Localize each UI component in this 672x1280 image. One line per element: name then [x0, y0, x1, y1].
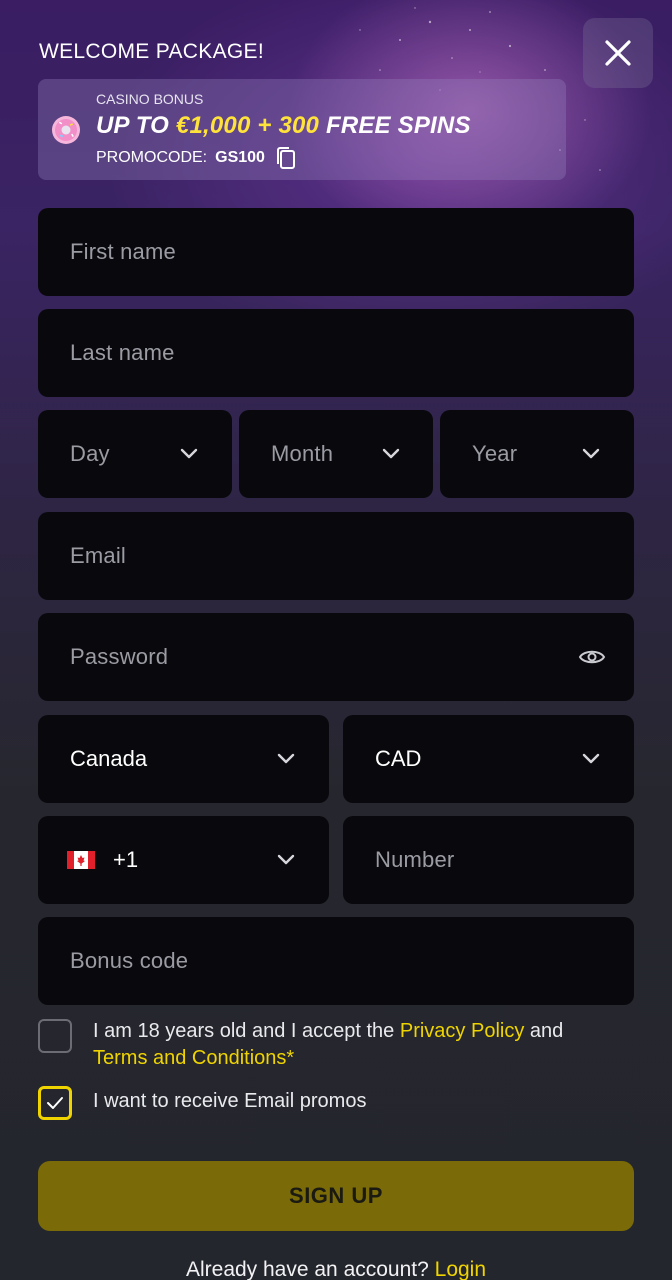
bonus-code-field[interactable]: Bonus code: [38, 917, 634, 1005]
bonus-headline-amount: €1,000 + 300: [175, 112, 320, 139]
login-prompt-text: Already have an account?: [185, 1258, 435, 1280]
signup-button[interactable]: SIGN UP: [38, 1161, 634, 1231]
promo-code: GS100: [215, 149, 265, 166]
email-placeholder: Email: [70, 543, 127, 568]
copy-icon[interactable]: [275, 146, 297, 170]
email-promos-label: I want to receive Email promos: [93, 1090, 367, 1112]
bonus-card: CASINO BONUS UP TO €1,000 + 300 FREE SPI…: [38, 79, 566, 180]
chevron-down-icon: [582, 448, 600, 459]
promo-label: PROMOCODE:: [96, 149, 208, 166]
currency-value: CAD: [375, 746, 422, 771]
email-field[interactable]: Email: [38, 512, 634, 600]
first-name-field[interactable]: First name: [38, 208, 634, 296]
chevron-down-icon: [277, 854, 295, 865]
day-placeholder: Day: [70, 441, 110, 466]
month-placeholder: Month: [271, 441, 334, 466]
country-value: Canada: [70, 746, 148, 771]
phone-code-select[interactable]: +1: [38, 816, 329, 904]
phone-number-field[interactable]: Number: [343, 816, 634, 904]
terms-link[interactable]: Terms and Conditions*: [93, 1047, 294, 1069]
currency-select[interactable]: CAD: [343, 715, 634, 803]
last-name-placeholder: Last name: [70, 340, 175, 365]
and-text: and: [524, 1020, 564, 1042]
bonus-headline: UP TO €1,000 + 300 FREE SPINS: [96, 112, 471, 140]
bonus-headline-suffix: FREE SPINS: [319, 112, 471, 139]
bonus-label: CASINO BONUS: [96, 91, 204, 107]
age-terms-text: I am 18 years old and I accept the Priva…: [93, 1018, 633, 1072]
checkmark-icon: [47, 1097, 63, 1109]
month-select[interactable]: Month: [239, 410, 433, 498]
password-field[interactable]: Password: [38, 613, 634, 701]
phone-code-value: +1: [113, 847, 139, 872]
bonus-code-placeholder: Bonus code: [70, 948, 189, 973]
age-terms-checkbox[interactable]: [38, 1019, 72, 1053]
chevron-down-icon: [582, 753, 600, 764]
canada-flag-icon: [67, 851, 95, 869]
chevron-down-icon: [382, 448, 400, 459]
day-select[interactable]: Day: [38, 410, 232, 498]
login-link[interactable]: Login: [435, 1258, 486, 1280]
login-prompt: Already have an account? Login: [0, 1258, 672, 1280]
number-placeholder: Number: [375, 847, 455, 872]
year-placeholder: Year: [472, 441, 518, 466]
donut-icon: [52, 116, 80, 144]
promo-row: PROMOCODE: GS100: [96, 146, 297, 170]
bonus-headline-prefix: UP TO: [96, 112, 176, 139]
first-name-placeholder: First name: [70, 239, 176, 264]
password-placeholder: Password: [70, 644, 169, 669]
year-select[interactable]: Year: [440, 410, 634, 498]
close-button[interactable]: [583, 18, 653, 88]
eye-icon[interactable]: [578, 647, 606, 667]
close-icon: [605, 40, 631, 66]
chevron-down-icon: [180, 448, 198, 459]
welcome-title: WELCOME PACKAGE!: [39, 40, 264, 63]
chevron-down-icon: [277, 753, 295, 764]
age-text: I am 18 years old and I accept the: [93, 1020, 400, 1042]
privacy-policy-link[interactable]: Privacy Policy: [400, 1020, 524, 1042]
country-select[interactable]: Canada: [38, 715, 329, 803]
last-name-field[interactable]: Last name: [38, 309, 634, 397]
email-promos-checkbox[interactable]: [38, 1086, 72, 1120]
